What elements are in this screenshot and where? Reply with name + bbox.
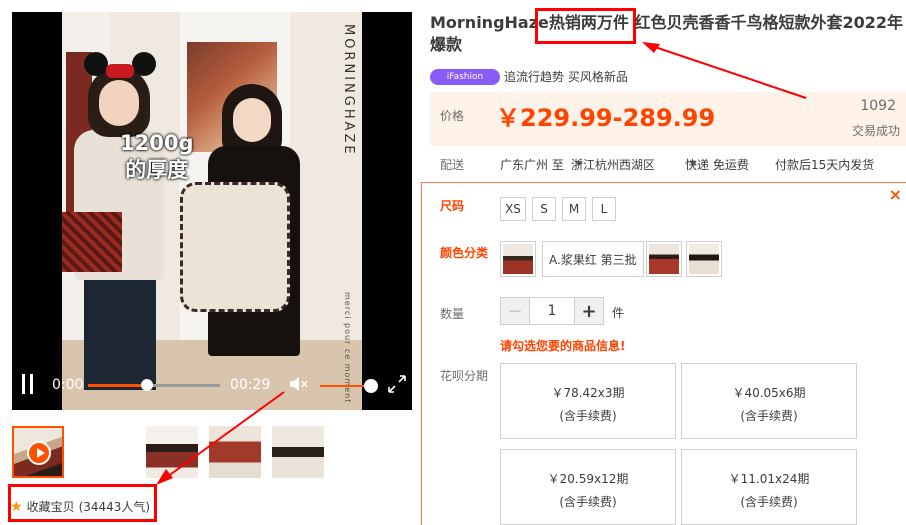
seek-handle[interactable] xyxy=(141,379,154,391)
selection-warning: 请勾选您要的商品信息! xyxy=(500,339,626,353)
sku-panel: × 尺码 XS S M L 颜色分类 A.浆果红 第三批 数量 − 1 + 件 … xyxy=(421,182,906,525)
close-icon[interactable]: × xyxy=(889,185,902,204)
quantity-minus-button[interactable]: − xyxy=(501,298,529,324)
video-caption-line2: 的厚度 xyxy=(125,158,189,182)
color-option-1[interactable] xyxy=(500,241,536,277)
delivery-time: 付款后15天内发货 xyxy=(775,158,875,172)
color-swatch-image xyxy=(689,244,719,274)
size-option-m[interactable]: M xyxy=(562,197,586,221)
play-icon[interactable] xyxy=(27,441,51,465)
video-current-time: 0:00 xyxy=(52,377,84,393)
quantity-stepper: − 1 + xyxy=(500,297,604,325)
seek-fill xyxy=(88,384,148,387)
shipping-method-select[interactable]: 快递 免运费 xyxy=(685,156,749,172)
thumbnail-image xyxy=(209,426,261,478)
sold-count: 1092 xyxy=(860,98,896,114)
thumbnail-item[interactable] xyxy=(146,426,198,478)
model-1-ear-left xyxy=(84,52,108,76)
size-option-s[interactable]: S xyxy=(532,197,556,221)
video-player[interactable]: 1200g 的厚度 MORNINGHAZE merci pour ce mome… xyxy=(12,12,412,410)
shipping-destination: 浙江杭州西湖区 xyxy=(571,158,656,172)
thumbnail-item[interactable] xyxy=(83,426,135,478)
model-1-face xyxy=(99,80,139,126)
shipping-row: 配送 广东广州 至 浙江杭州西湖区 快递 免运费 付款后15天内发货 xyxy=(430,156,906,174)
quantity-label: 数量 xyxy=(440,307,465,321)
price-label: 价格 xyxy=(440,109,465,123)
installment-option-12[interactable]: ￥20.59x12期 (含手续费) xyxy=(500,449,676,525)
installment-label: 花呗分期 xyxy=(440,369,489,383)
thumbnail-video[interactable] xyxy=(12,426,64,478)
model-2-face xyxy=(233,98,271,142)
mute-icon[interactable] xyxy=(288,374,310,394)
model-2-coat xyxy=(180,182,290,312)
shipping-destination-select[interactable]: 浙江杭州西湖区 xyxy=(571,156,655,172)
size-label: 尺码 xyxy=(440,199,465,213)
installment-fee: (含手续费) xyxy=(559,495,617,509)
model-1-bow xyxy=(106,64,134,78)
thumbnail-image xyxy=(83,426,135,478)
color-swatch-image xyxy=(503,244,533,274)
color-option-3[interactable] xyxy=(646,241,682,277)
badge-slogan: 追流行趋势 买风格新品 xyxy=(504,70,628,84)
model-1-scarf xyxy=(62,212,122,272)
thumbnail-image xyxy=(146,426,198,478)
product-title: MorningHaze热销两万件 红色贝壳香香千鸟格短款外套2022年爆款 xyxy=(430,13,903,54)
installment-option-6[interactable]: ￥40.05x6期 (含手续费) xyxy=(681,363,857,439)
thumbnail-item[interactable] xyxy=(209,426,261,478)
model-1-ear-right xyxy=(132,52,156,76)
shipping-label: 配送 xyxy=(440,158,465,172)
installment-fee: (含手续费) xyxy=(559,409,617,423)
seek-bar[interactable] xyxy=(88,379,220,391)
video-duration: 00:29 xyxy=(230,377,271,393)
size-option-l[interactable]: L xyxy=(592,197,616,221)
volume-handle[interactable] xyxy=(364,379,378,393)
fullscreen-icon[interactable] xyxy=(386,373,408,395)
installment-fee: (含手续费) xyxy=(740,495,798,509)
video-caption: 1200g 的厚度 xyxy=(120,130,193,184)
installment-amount: ￥20.59x12期 xyxy=(547,472,629,486)
shipping-method: 快递 免运费 xyxy=(685,158,749,172)
sold-label: 交易成功 xyxy=(851,124,900,138)
thumbnail-image xyxy=(272,426,324,478)
thumbnail-item[interactable] xyxy=(272,426,324,478)
quantity-plus-button[interactable]: + xyxy=(575,298,603,324)
color-swatch-image xyxy=(649,244,679,274)
installment-option-24[interactable]: ￥11.01x24期 (含手续费) xyxy=(681,449,857,525)
price-value: ￥229.99-289.99 xyxy=(496,104,716,132)
video-controls: 0:00 00:29 xyxy=(12,360,412,410)
price-panel: 价格 ￥229.99-289.99 1092 交易成功 xyxy=(430,92,906,146)
installment-amount: ￥11.01x24期 xyxy=(728,472,810,486)
pause-icon[interactable] xyxy=(22,374,36,396)
thumbnail-item[interactable] xyxy=(335,426,387,478)
annotation-box-title xyxy=(535,8,636,44)
thumbnail-image xyxy=(335,426,387,478)
installment-amount: ￥40.05x6期 xyxy=(732,386,806,400)
color-label: 颜色分类 xyxy=(440,246,489,260)
installment-option-3[interactable]: ￥78.42x3期 (含手续费) xyxy=(500,363,676,439)
installment-amount: ￥78.42x3期 xyxy=(551,386,625,400)
quantity-unit: 件 xyxy=(612,306,625,320)
thumbnail-strip xyxy=(12,426,412,480)
size-option-xs[interactable]: XS xyxy=(500,197,526,221)
shipping-from: 广东广州 至 xyxy=(500,158,564,172)
quantity-input[interactable]: 1 xyxy=(529,298,575,324)
badge-row: iFashion 追流行趋势 买风格新品 xyxy=(430,68,628,85)
ifashion-badge[interactable]: iFashion xyxy=(430,68,500,85)
video-frame: 1200g 的厚度 MORNINGHAZE merci pour ce mome… xyxy=(62,12,362,410)
annotation-box-favorite xyxy=(8,484,157,522)
video-caption-line1: 1200g xyxy=(120,131,194,155)
color-option-text[interactable]: A.浆果红 第三批 xyxy=(542,241,644,277)
color-option-4[interactable] xyxy=(686,241,722,277)
installment-fee: (含手续费) xyxy=(740,409,798,423)
video-brand-text: MORNINGHAZE xyxy=(341,24,356,157)
